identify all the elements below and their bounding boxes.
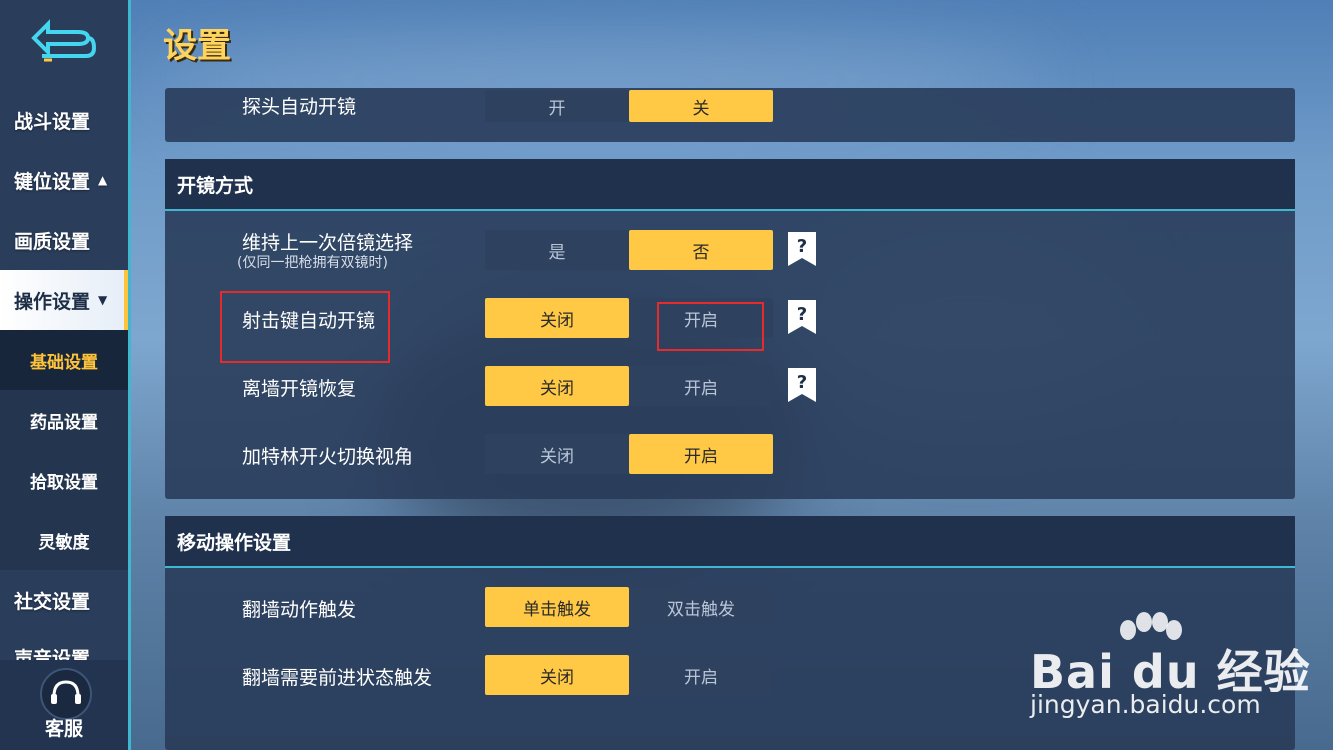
option-off[interactable]: 关闭 <box>485 434 629 474</box>
sidebar: 战斗设置 键位设置 ▲ 画质设置 操作设置 ▼ 基础设置 药品设置 拾取设置 灵敏度… <box>0 0 131 750</box>
row-gatling-view: 加特林开火切换视角 关闭 开启 <box>165 434 1295 476</box>
svg-text:?: ? <box>797 236 807 257</box>
help-icon[interactable]: ? <box>788 300 816 334</box>
sidebar-subitem-pickup[interactable]: 拾取设置 <box>0 450 128 510</box>
help-icon[interactable]: ? <box>788 368 816 402</box>
row-label: 探头自动开镜 <box>242 96 357 118</box>
toggle-climb-trigger: 单击触发 双击触发 <box>485 587 773 627</box>
option-off[interactable]: 关 <box>629 90 773 122</box>
toggle-keep-scope: 是 否 <box>485 230 773 270</box>
option-double-tap[interactable]: 双击触发 <box>629 587 773 627</box>
row-wall-scope-restore: 离墙开镜恢复 关闭 开启 ? <box>165 366 1295 408</box>
row-label: 加特林开火切换视角 <box>242 446 414 468</box>
option-on[interactable]: 开启 <box>629 366 773 406</box>
option-on[interactable]: 开 <box>485 90 629 122</box>
caret-up-icon: ▲ <box>98 173 108 187</box>
sidebar-item-keys[interactable]: 键位设置 ▲ <box>0 150 128 210</box>
sidebar-item-controls[interactable]: 操作设置 ▼ <box>0 270 128 330</box>
option-off[interactable]: 关闭 <box>485 655 629 695</box>
sidebar-subitem-medicine[interactable]: 药品设置 <box>0 390 128 450</box>
panel-header: 开镜方式 <box>165 159 1295 211</box>
option-no[interactable]: 否 <box>629 230 773 270</box>
sidebar-item-social[interactable]: 社交设置 <box>0 570 128 630</box>
toggle-gatling-view: 关闭 开启 <box>485 434 773 474</box>
page-title: 设置 <box>163 26 231 66</box>
svg-text:?: ? <box>797 304 807 325</box>
option-on[interactable]: 开启 <box>629 655 773 695</box>
customer-service-label: 客服 <box>44 718 83 740</box>
toggle-climb-forward: 关闭 开启 <box>485 655 773 695</box>
sidebar-item-sound[interactable]: 声音设置 <box>0 630 128 660</box>
row-fire-auto-scope: 射击键自动开镜 关闭 开启 ? <box>165 298 1295 340</box>
option-off[interactable]: 关闭 <box>485 366 629 406</box>
caret-down-icon: ▼ <box>98 293 108 307</box>
option-off[interactable]: 关闭 <box>485 298 629 338</box>
row-sublabel: (仅同一把枪拥有双镜时) <box>237 255 388 271</box>
toggle-fire-auto-scope: 关闭 开启 <box>485 298 773 338</box>
toggle-peek-scope: 开 关 <box>485 90 773 122</box>
row-peek-scope: 探头自动开镜 开 关 <box>165 90 1295 132</box>
row-label: 射击键自动开镜 <box>242 310 376 332</box>
watermark-url: jingyan.baidu.com <box>1030 690 1261 719</box>
customer-service-button[interactable]: 客服 <box>0 660 128 750</box>
svg-text:?: ? <box>797 372 807 393</box>
panel-peek: 探头自动开镜 开 关 <box>165 88 1295 142</box>
option-on[interactable]: 开启 <box>629 434 773 474</box>
help-icon[interactable]: ? <box>788 232 816 266</box>
sidebar-subitem-sensitivity[interactable]: 灵敏度 <box>0 510 128 570</box>
row-label: 维持上一次倍镜选择 <box>242 232 414 254</box>
row-label: 离墙开镜恢复 <box>242 378 357 400</box>
option-yes[interactable]: 是 <box>485 230 629 270</box>
panel-scope-mode: 开镜方式 维持上一次倍镜选择 (仅同一把枪拥有双镜时) 是 否 ? 射击键自动开… <box>165 159 1295 499</box>
row-label: 翻墙动作触发 <box>242 599 357 621</box>
panel-header: 移动操作设置 <box>165 516 1295 568</box>
toggle-wall-scope-restore: 关闭 开启 <box>485 366 773 406</box>
option-single-tap[interactable]: 单击触发 <box>485 587 629 627</box>
watermark: Bai du 经验 jingyan.baidu.com <box>1030 612 1310 742</box>
back-arrow-icon[interactable] <box>28 14 100 66</box>
sidebar-subitem-basic[interactable]: 基础设置 <box>0 330 128 390</box>
sidebar-item-graphics[interactable]: 画质设置 <box>0 210 128 270</box>
option-on[interactable]: 开启 <box>629 298 773 338</box>
sidebar-item-battle[interactable]: 战斗设置 <box>0 90 128 150</box>
headset-icon <box>40 668 92 720</box>
row-keep-scope: 维持上一次倍镜选择 (仅同一把枪拥有双镜时) 是 否 ? <box>165 230 1295 290</box>
row-label: 翻墙需要前进状态触发 <box>242 667 433 689</box>
